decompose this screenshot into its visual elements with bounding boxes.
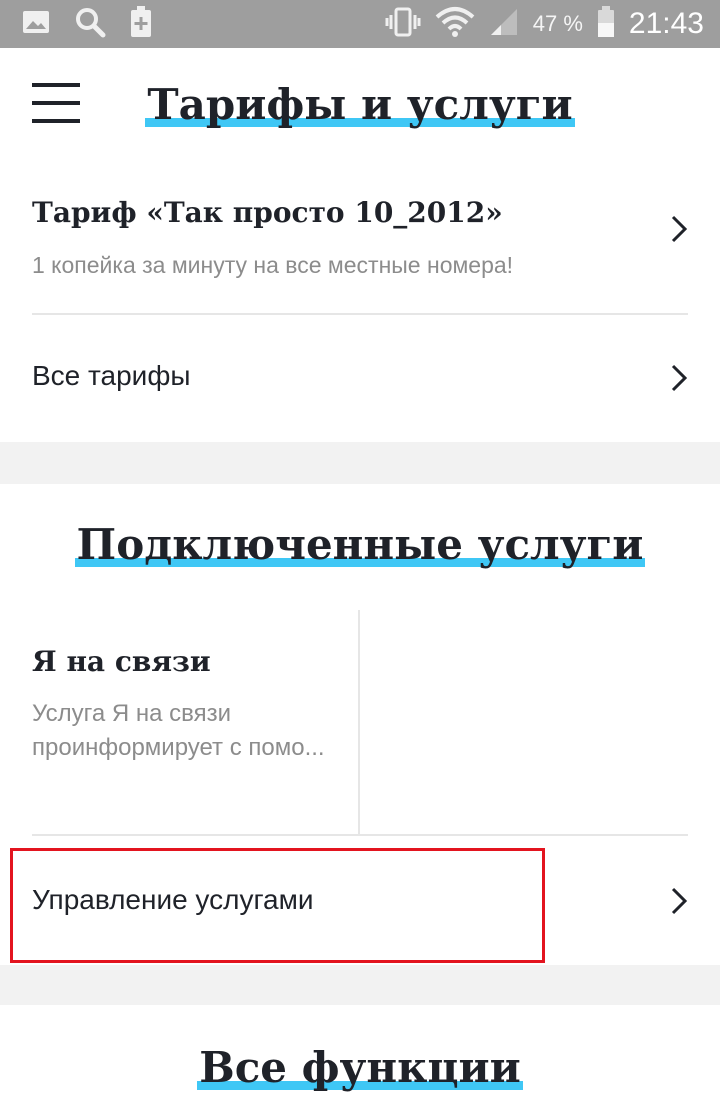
services-title-row: Подключенные услуги [0,520,720,569]
chevron-right-icon [668,214,690,244]
services-card: Подключенные услуги Я на связи Услуга Я … [0,484,720,965]
manage-services-label: Управление услугами [32,884,314,915]
functions-title-row: Все функции [0,1043,720,1092]
all-tariffs-row[interactable]: Все тарифы [0,315,720,442]
service-tile[interactable]: Я на связи Услуга Я на связи проинформир… [0,610,359,834]
vibrate-icon [385,7,421,42]
service-tile-description: Услуга Я на связи проинформирует с помо.… [32,697,325,765]
battery-percent: 47 % [532,11,583,36]
current-tariff-title: Тариф «Так просто 10_2012» [32,196,503,229]
chevron-right-icon [668,886,690,916]
battery-icon [597,5,615,43]
chevron-right-icon [668,363,690,393]
status-bar: 47 % 21:43 [0,0,720,48]
service-tile-description-line: проинформирует с помо... [32,734,325,761]
manage-services-row[interactable]: Управление услугами [0,836,720,965]
image-icon [22,10,50,39]
search-icon [74,6,106,43]
wifi-icon [435,6,475,43]
battery-plus-icon [130,5,152,43]
page-title-row: Тарифы и услуги [0,80,720,129]
tariffs-card: Тарифы и услуги Тариф «Так просто 10_201… [0,48,720,442]
signal-icon [489,7,519,42]
service-tile-description-line: Услуга Я на связи [32,700,232,727]
clock: 21:43 [628,7,704,40]
service-tile-title: Я на связи [32,645,211,678]
functions-title: Все функции [199,1043,521,1092]
service-tile-empty [360,610,720,834]
current-tariff-description: 1 копейка за минуту на все местные номер… [32,252,514,278]
functions-card: Все функции [0,1005,720,1119]
current-tariff-row[interactable]: Тариф «Так просто 10_2012» 1 копейка за … [0,178,720,314]
all-tariffs-label: Все тарифы [32,360,191,391]
services-title: Подключенные услуги [76,520,644,569]
page-title: Тарифы и услуги [147,80,573,129]
